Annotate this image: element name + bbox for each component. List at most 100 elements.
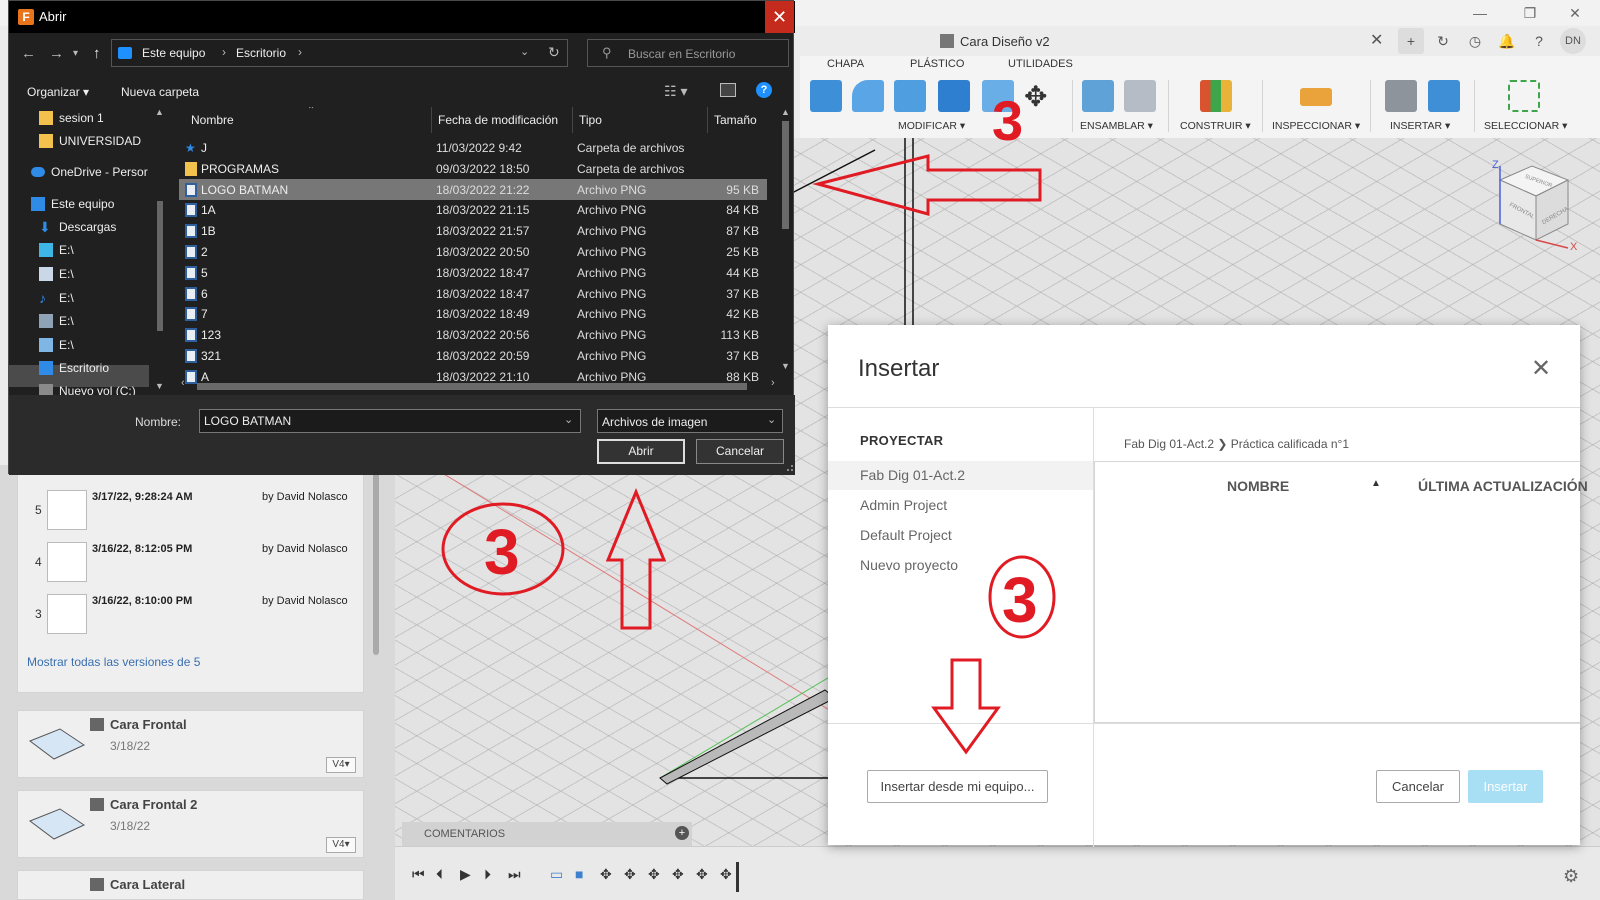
search-input[interactable]: Buscar en Escritorio <box>628 47 735 61</box>
scroll-down-icon[interactable]: ▼ <box>155 381 164 391</box>
chevron-right-icon[interactable]: › <box>298 45 302 59</box>
nav-item-drive[interactable]: E:\ <box>39 334 169 356</box>
project-item[interactable]: Nuevo proyecto <box>860 557 958 573</box>
timeline-marker[interactable] <box>736 862 739 892</box>
file-row[interactable]: 321 18/03/2022 20:59 Archivo PNG 37 KB <box>179 345 767 366</box>
first-step-icon[interactable]: ⏮ <box>412 866 425 883</box>
job-status-icon[interactable]: ◷ <box>1462 28 1488 54</box>
file-card[interactable]: Cara Frontal 3/18/22 V4▾ <box>17 710 364 778</box>
joint-icon[interactable] <box>1124 80 1156 112</box>
scroll-up-icon[interactable]: ▲ <box>155 107 164 117</box>
panel-scrollbar[interactable] <box>373 465 379 655</box>
column-header-size[interactable]: Tamaño <box>714 113 757 127</box>
version-row[interactable]: 3 3/16/22, 8:10:00 PM by David Nolasco <box>17 592 364 636</box>
show-all-versions-link[interactable]: Mostrar todas las versiones de 5 <box>27 655 200 669</box>
ensamblar-menu[interactable]: ENSAMBLAR ▾ <box>1080 120 1153 132</box>
comments-bar[interactable]: COMENTARIOS <box>402 822 692 846</box>
play-icon[interactable]: ▶ <box>460 866 471 883</box>
scroll-down-icon[interactable]: ▼ <box>781 361 790 371</box>
nav-item-drive-c[interactable]: Nuevo vol (C:) <box>39 380 169 395</box>
scroll-right-icon[interactable]: › <box>771 377 775 389</box>
version-badge[interactable]: V4▾ <box>326 757 356 773</box>
version-row[interactable]: 5 3/17/22, 9:28:24 AM by David Nolasco <box>17 488 364 532</box>
forward-arrow-icon[interactable]: → <box>49 45 64 62</box>
add-comment-icon[interactable]: + <box>675 826 689 840</box>
timeline-feature-icon[interactable]: ■ <box>575 866 583 882</box>
up-arrow-icon[interactable]: ↑ <box>93 45 101 62</box>
list-scrollbar-thumb[interactable] <box>782 121 789 229</box>
move-icon[interactable]: ✥ <box>1024 80 1047 113</box>
column-header-updated[interactable]: ÚLTIMA ACTUALIZACIÓN <box>1418 478 1588 494</box>
scroll-left-icon[interactable]: ‹ <box>181 377 185 389</box>
extensions-icon[interactable]: ↻ <box>1430 28 1456 54</box>
tab-chapa[interactable]: CHAPA <box>827 58 864 70</box>
recent-locations-icon[interactable]: ▾ <box>73 48 78 59</box>
insert-button[interactable]: Insertar <box>1468 770 1543 803</box>
nav-item-universidad[interactable]: UNIVERSIDAD <box>39 130 169 152</box>
back-arrow-icon[interactable]: ← <box>21 45 36 62</box>
cancel-button[interactable]: Cancelar <box>696 439 784 464</box>
tab-close-icon[interactable]: ✕ <box>1370 30 1383 50</box>
press-pull-icon[interactable] <box>810 80 842 112</box>
column-separator[interactable] <box>572 107 573 133</box>
column-separator[interactable] <box>707 107 708 133</box>
address-segment[interactable]: Este equipo <box>142 46 205 60</box>
insert-image-icon[interactable] <box>1428 80 1460 112</box>
sort-ascending-icon[interactable]: ▲ <box>1371 478 1381 489</box>
modificar-menu[interactable]: MODIFICAR ▾ <box>898 120 965 132</box>
close-icon[interactable]: ✕ <box>1531 357 1551 381</box>
timeline-feature-icon[interactable]: ▭ <box>550 866 563 883</box>
construct-plane-icon[interactable] <box>1200 80 1232 112</box>
address-segment[interactable]: Escritorio <box>236 46 286 60</box>
search-box[interactable]: ⚲ Buscar en Escritorio <box>587 39 789 67</box>
document-tab[interactable]: Cara Diseño v2 <box>940 28 1380 56</box>
chevron-down-icon[interactable]: ⌄ <box>520 45 529 58</box>
notifications-icon[interactable]: 🔔 <box>1494 28 1520 54</box>
timeline-move-icon[interactable]: ✥ <box>720 866 732 883</box>
column-header-type[interactable]: Tipo <box>579 113 602 127</box>
filename-input[interactable]: LOGO BATMAN <box>199 409 581 433</box>
insert-from-computer-button[interactable]: Insertar desde mi equipo... <box>867 770 1048 803</box>
file-row[interactable]: ★ J 11/03/2022 9:42 Carpeta de archivos <box>179 137 767 158</box>
insertar-menu[interactable]: INSERTAR ▾ <box>1390 120 1450 132</box>
cancel-button[interactable]: Cancelar <box>1376 770 1460 803</box>
refresh-icon[interactable]: ↻ <box>548 44 560 61</box>
timeline-move-icon[interactable]: ✥ <box>648 866 660 883</box>
minimize-icon[interactable]: — <box>1460 2 1500 24</box>
tab-utilidades[interactable]: UTILIDADES <box>1008 58 1073 70</box>
restore-icon[interactable]: ❐ <box>1510 2 1550 24</box>
chevron-right-icon[interactable]: › <box>222 45 226 59</box>
construir-menu[interactable]: CONSTRUIR ▾ <box>1180 120 1251 132</box>
nav-item-drive[interactable]: E:\ <box>39 310 169 332</box>
breadcrumb-item[interactable]: Práctica calificada n°1 <box>1231 437 1349 451</box>
seleccionar-menu[interactable]: SELECCIONAR ▾ <box>1484 120 1567 132</box>
measure-icon[interactable] <box>1300 88 1332 106</box>
file-row[interactable]: 2 18/03/2022 20:50 Archivo PNG 25 KB <box>179 241 767 262</box>
help-icon[interactable]: ? <box>1526 28 1552 54</box>
user-avatar[interactable]: DN <box>1560 28 1586 54</box>
column-header-date[interactable]: Fecha de modificación <box>438 113 558 127</box>
insert-derive-icon[interactable] <box>1385 80 1417 112</box>
split-icon[interactable] <box>982 80 1014 112</box>
help-icon[interactable]: ? <box>756 82 772 98</box>
timeline-move-icon[interactable]: ✥ <box>696 866 708 883</box>
previous-step-icon[interactable]: ⏴ <box>436 866 443 883</box>
column-header-name[interactable]: NOMBRE <box>1227 478 1289 494</box>
tab-plastico[interactable]: PLÁSTICO <box>910 58 964 70</box>
next-step-icon[interactable]: ⏵ <box>484 866 491 883</box>
list-hscrollbar-thumb[interactable] <box>197 383 747 390</box>
project-item[interactable]: Admin Project <box>860 497 947 513</box>
nav-item-sesion[interactable]: sesion 1 <box>39 107 169 129</box>
gear-icon[interactable]: ⚙ <box>1563 866 1579 887</box>
last-step-icon[interactable]: ⏭ <box>508 866 521 883</box>
filetype-select[interactable]: Archivos de imagen <box>597 409 783 433</box>
nav-item-onedrive[interactable]: OneDrive - Persor <box>31 161 169 183</box>
file-row[interactable]: 1B 18/03/2022 21:57 Archivo PNG 87 KB <box>179 220 767 241</box>
project-item[interactable]: Fab Dig 01-Act.2 <box>860 467 965 483</box>
file-row[interactable]: 123 18/03/2022 20:56 Archivo PNG 113 KB <box>179 324 767 345</box>
chevron-down-icon[interactable]: ⌄ <box>767 413 776 426</box>
timeline-move-icon[interactable]: ✥ <box>600 866 612 883</box>
breadcrumb-item[interactable]: Fab Dig 01-Act.2 <box>1124 437 1214 451</box>
nav-item-drive[interactable]: ♪ E:\ <box>39 287 169 309</box>
version-row[interactable]: 4 3/16/22, 8:12:05 PM by David Nolasco <box>17 540 364 584</box>
